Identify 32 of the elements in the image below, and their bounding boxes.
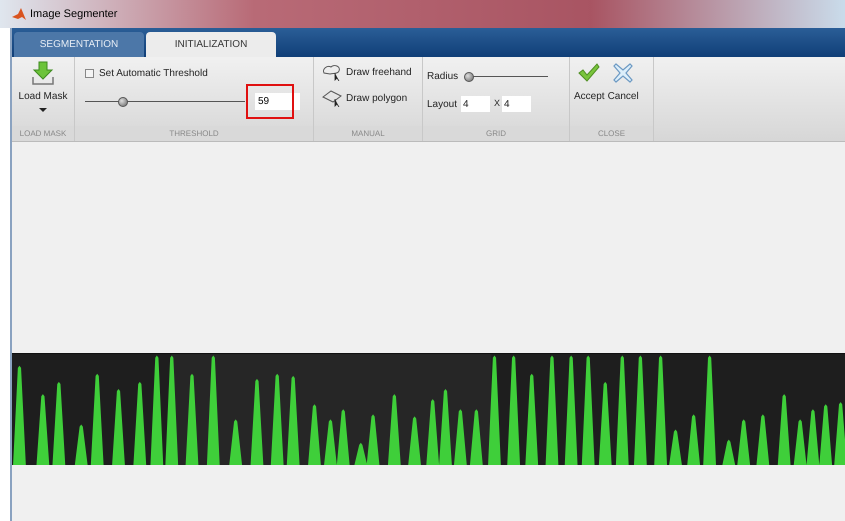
close-icon bbox=[613, 63, 634, 83]
section-label: THRESHOLD bbox=[169, 128, 219, 140]
slider-track[interactable] bbox=[466, 70, 548, 82]
layout-label: Layout bbox=[427, 98, 458, 112]
dropdown-caret-icon bbox=[39, 108, 47, 112]
ribbon-tab[interactable]: INITIALIZATION bbox=[146, 32, 276, 57]
checkmark-icon bbox=[578, 63, 600, 83]
ribbon-tab[interactable]: SEGMENTATION bbox=[14, 32, 144, 57]
section-label: MANUAL bbox=[351, 128, 385, 140]
columns-input-field[interactable]: 4 bbox=[502, 96, 532, 112]
app-logo-icon bbox=[12, 7, 26, 21]
radius-label: Radius bbox=[427, 70, 458, 84]
slider-track[interactable] bbox=[85, 96, 245, 108]
threshold-input-field[interactable]: 59 bbox=[255, 93, 300, 110]
accept-button[interactable]: Accept bbox=[574, 63, 605, 126]
window-title: Image Segmenter bbox=[30, 6, 118, 22]
draw-tool-button[interactable]: Draw polygon bbox=[321, 89, 412, 107]
cancel-button[interactable]: Cancel bbox=[608, 63, 639, 126]
section-label: GRID bbox=[486, 128, 506, 140]
load-mask-button[interactable]: Load Mask bbox=[12, 57, 74, 126]
polygon-shape-icon bbox=[321, 89, 343, 107]
times-label: X bbox=[494, 97, 500, 110]
rows-input-field[interactable]: 4 bbox=[461, 96, 490, 112]
checkbox-label: Set Automatic Threshold bbox=[99, 67, 208, 81]
freehand-shape-icon bbox=[321, 63, 343, 81]
checkbox[interactable] bbox=[85, 69, 94, 78]
slider-thumb[interactable] bbox=[464, 72, 474, 82]
section-label: LOAD MASK bbox=[20, 128, 66, 140]
draw-tool-button[interactable]: Draw freehand bbox=[321, 63, 412, 81]
slider-thumb[interactable] bbox=[118, 96, 128, 106]
download-arrow-icon bbox=[32, 61, 54, 85]
section-label: CLOSE bbox=[598, 128, 626, 140]
